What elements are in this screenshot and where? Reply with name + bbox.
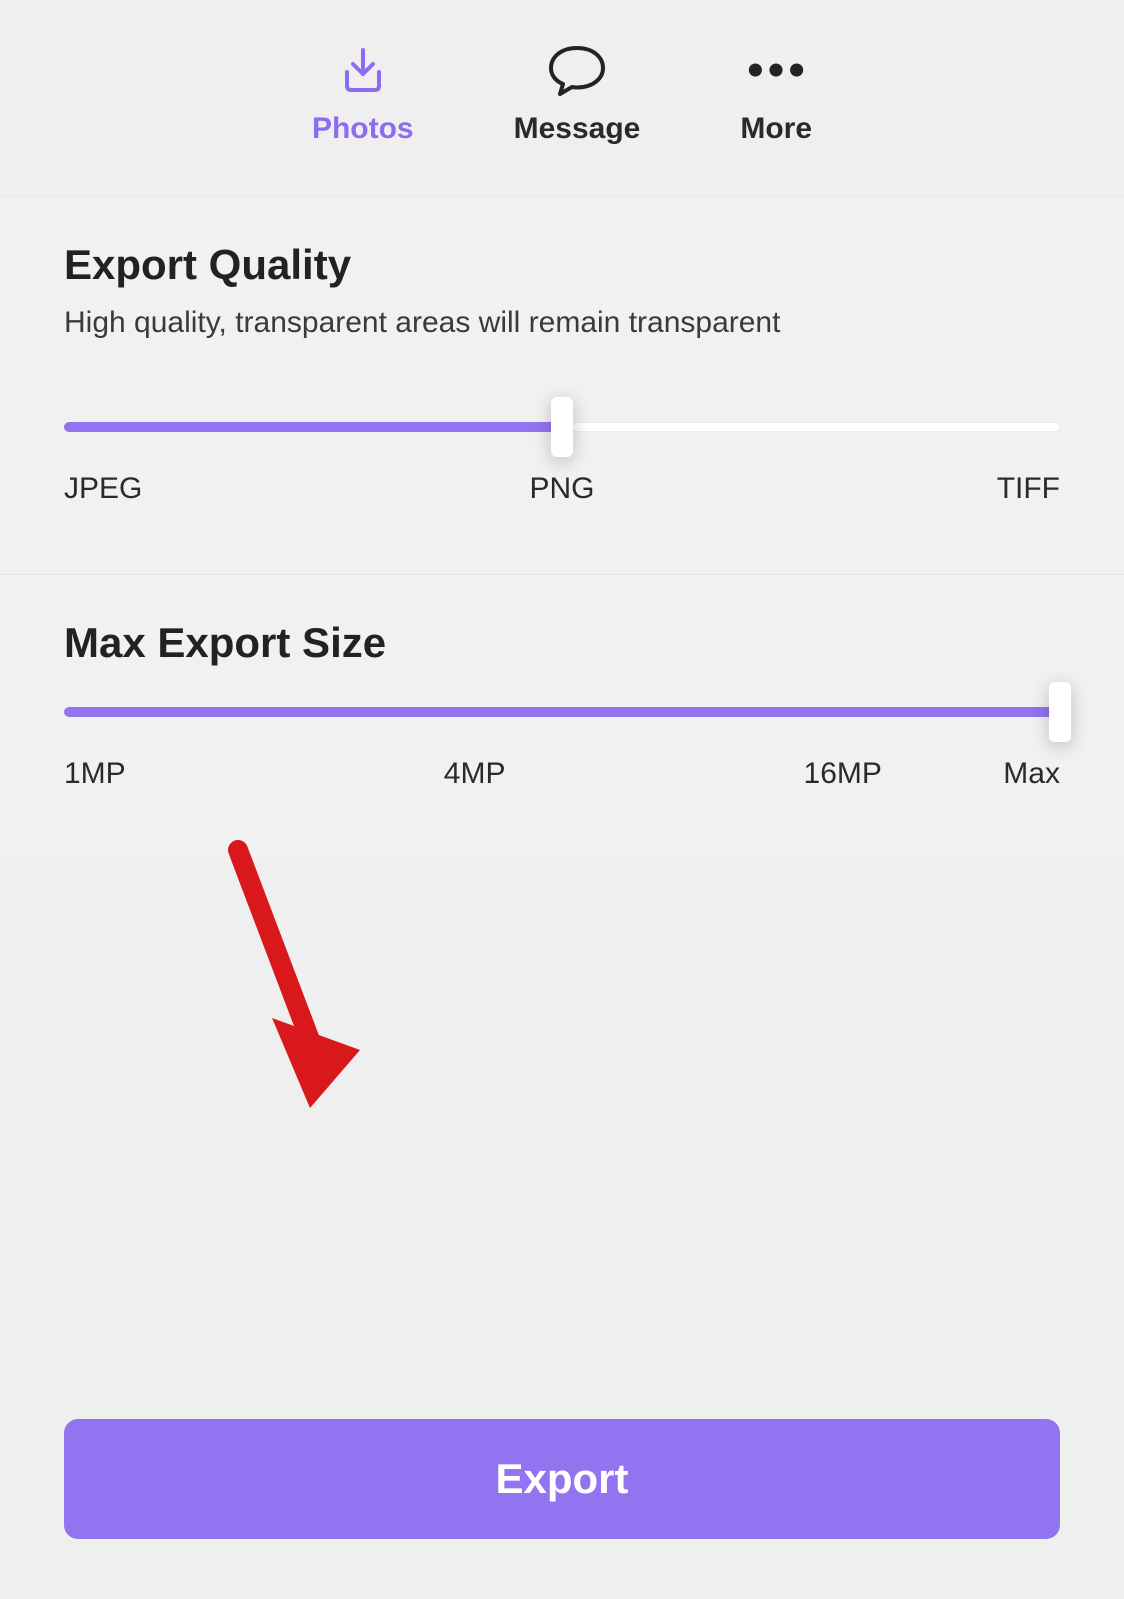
export-button-container: Export [64, 1419, 1060, 1539]
slider-track [64, 707, 1060, 717]
download-icon [333, 40, 393, 100]
size-label-max: Max [1003, 757, 1060, 791]
annotation-arrow-icon [210, 840, 390, 1140]
slider-track [64, 422, 1060, 432]
slider-thumb[interactable] [551, 397, 573, 457]
max-export-size-section: Max Export Size 1MP 4MP 16MP Max [0, 574, 1124, 859]
size-label-1mp: 1MP [64, 757, 264, 791]
tab-message[interactable]: Message [514, 40, 641, 146]
tab-message-label: Message [514, 112, 641, 146]
tab-photos-label: Photos [312, 112, 414, 146]
export-quality-title: Export Quality [64, 241, 1060, 289]
size-label-4mp: 4MP [264, 757, 644, 791]
quality-label-jpeg: JPEG [64, 472, 142, 506]
size-slider-labels: 1MP 4MP 16MP Max [64, 757, 1060, 791]
quality-label-tiff: TIFF [997, 472, 1060, 506]
export-quality-desc: High quality, transparent areas will rem… [64, 303, 1060, 342]
export-button[interactable]: Export [64, 1419, 1060, 1539]
message-icon [547, 40, 607, 100]
tab-photos[interactable]: Photos [312, 40, 414, 146]
quality-label-png: PNG [529, 472, 594, 506]
max-export-size-title: Max Export Size [64, 619, 1060, 667]
max-export-size-slider[interactable]: 1MP 4MP 16MP Max [64, 707, 1060, 791]
slider-fill [64, 422, 562, 432]
tab-more[interactable]: More [740, 40, 812, 146]
export-quality-slider[interactable]: JPEG PNG TIFF [64, 422, 1060, 506]
quality-slider-labels: JPEG PNG TIFF [64, 472, 1060, 506]
size-label-16mp: 16MP [644, 757, 1004, 791]
more-icon [746, 40, 806, 100]
slider-thumb[interactable] [1049, 682, 1071, 742]
share-tabs: Photos Message More [0, 0, 1124, 196]
slider-fill [64, 707, 1060, 717]
export-quality-section: Export Quality High quality, transparent… [0, 196, 1124, 574]
tab-more-label: More [740, 112, 812, 146]
